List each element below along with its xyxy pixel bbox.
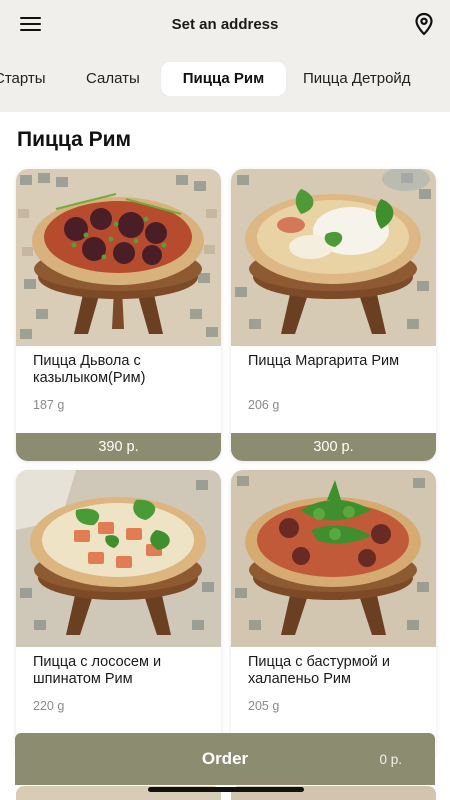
product-weight: 187 g xyxy=(33,398,65,412)
product-card-diavola[interactable]: Пицца Дьвола с казылыком(Рим) 187 g 390 … xyxy=(16,169,221,461)
order-button[interactable]: Order 0 р. xyxy=(15,733,435,785)
header: Set an address xyxy=(0,0,450,50)
category-tabs: Старты Салаты Пицца Рим Пицца Детройд xyxy=(0,62,450,96)
product-weight: 206 g xyxy=(248,398,280,412)
tab-salads[interactable]: Салаты xyxy=(86,62,140,96)
top-bar: Set an address Старты Салаты Пицца Рим П… xyxy=(0,0,450,112)
price-button[interactable]: 390 р. xyxy=(16,433,221,461)
tab-starters[interactable]: Старты xyxy=(0,62,46,96)
product-weight: 220 g xyxy=(33,699,65,713)
home-indicator xyxy=(148,787,304,792)
product-name: Пицца Дьвола с казылыком(Рим) xyxy=(33,353,146,386)
address-title[interactable]: Set an address xyxy=(0,16,450,33)
product-photo xyxy=(16,470,221,647)
price-button[interactable]: 300 р. xyxy=(231,433,436,461)
product-photo xyxy=(231,470,436,647)
product-card-margherita[interactable]: Пицца Маргарита Рим 206 g 300 р. xyxy=(231,169,436,461)
product-photo xyxy=(16,169,221,346)
product-photo xyxy=(231,169,436,346)
product-name: Пицца Маргарита Рим xyxy=(248,353,400,369)
section-title: Пицца Рим xyxy=(17,128,132,151)
product-weight: 205 g xyxy=(248,699,280,713)
order-total: 0 р. xyxy=(379,752,402,767)
product-name: Пицца с бастурмой и халапеньо Рим xyxy=(248,654,391,687)
product-card-basturma-jalapeno[interactable]: Пицца с бастурмой и халапеньо Рим 205 g xyxy=(231,470,436,762)
product-name: Пицца с лососем и шпинатом Рим xyxy=(33,654,162,687)
map-pin-icon[interactable] xyxy=(414,12,434,36)
product-card-salmon-spinach[interactable]: Пицца с лососем и шпинатом Рим 220 g xyxy=(16,470,221,762)
order-label: Order xyxy=(201,749,249,768)
tab-pizza-detroit[interactable]: Пицца Детройд xyxy=(303,62,411,96)
tab-pizza-rim[interactable]: Пицца Рим xyxy=(161,62,286,96)
